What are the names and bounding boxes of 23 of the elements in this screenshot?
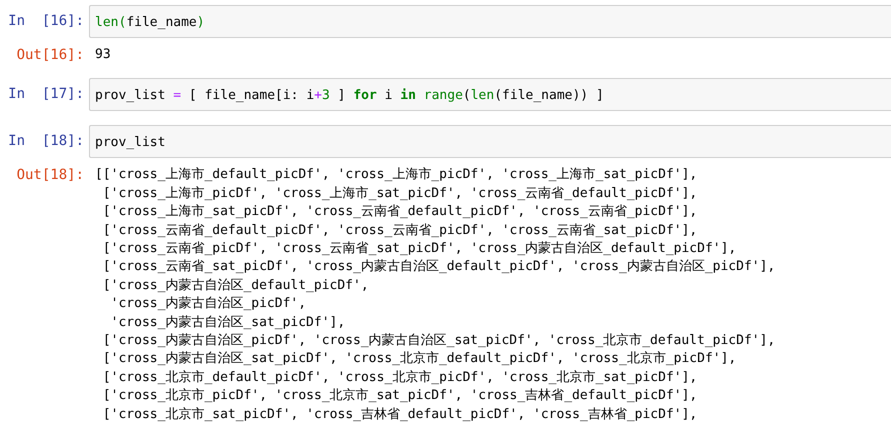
output-line: ['cross_上海市_picDf', 'cross_上海市_sat_picDf', 'cross_云南省_default_picDf'],	[102, 184, 698, 203]
output-line: 'cross_内蒙古自治区_picDf',	[110, 295, 308, 314]
input-prompt: In [18]:	[7, 132, 85, 152]
output-line: 93	[95, 46, 111, 64]
input-prompt: In [17]:	[7, 85, 85, 104]
output-line: ['cross_北京市_picDf', 'cross_北京市_sat_picDf', 'cross_吉林省_default_picDf'],	[102, 387, 698, 406]
output-line: ['cross_上海市_sat_picDf', 'cross_云南省_default_picDf', 'cross_云南省_picDf'],	[102, 203, 698, 222]
output-line: ['cross_内蒙古自治区_default_picDf',	[102, 276, 370, 295]
output-line: ['cross_云南省_sat_picDf', 'cross_内蒙古自治区_default_picDf', 'cross_内蒙古自治区_picDf'],	[102, 258, 776, 276]
output-line: [['cross_上海市_default_picDf', 'cross_上海市_picDf', 'cross_上海市_sat_picDf'],	[95, 166, 698, 184]
output-line: ['cross_北京市_default_picDf', 'cross_北京市_picDf', 'cross_北京市_sat_picDf'],	[102, 368, 698, 387]
output-line: ['cross_内蒙古自治区_picDf', 'cross_内蒙古自治区_sat_picDf', 'cross_北京市_default_picDf'],	[102, 332, 776, 350]
output-line: ['cross_云南省_picDf', 'cross_云南省_sat_picDf', 'cross_内蒙古自治区_default_picDf'],	[102, 240, 738, 258]
output-line: ['cross_北京市_sat_picDf', 'cross_吉林省_default_picDf', 'cross_吉林省_picDf'],	[102, 406, 698, 424]
output-prompt: Out[16]:	[16, 46, 85, 64]
code-cell[interactable]: prov_list = [ file_name[i: i+3 ] for i in range(len(file_name)) ]	[89, 78, 891, 112]
output-line: ['cross_内蒙古自治区_sat_picDf', 'cross_北京市_default_picDf', 'cross_北京市_picDf'],	[102, 350, 738, 368]
output-line: 'cross_内蒙古自治区_sat_picDf'],	[110, 314, 346, 332]
output-line: ['cross_云南省_default_picDf', 'cross_云南省_picDf', 'cross_云南省_sat_picDf'],	[102, 222, 698, 240]
code-cell[interactable]: len(file_name)	[89, 5, 891, 38]
output-prompt: Out[18]:	[16, 166, 85, 185]
code-cell[interactable]: prov_list	[89, 125, 891, 158]
input-prompt: In [16]:	[7, 12, 85, 31]
